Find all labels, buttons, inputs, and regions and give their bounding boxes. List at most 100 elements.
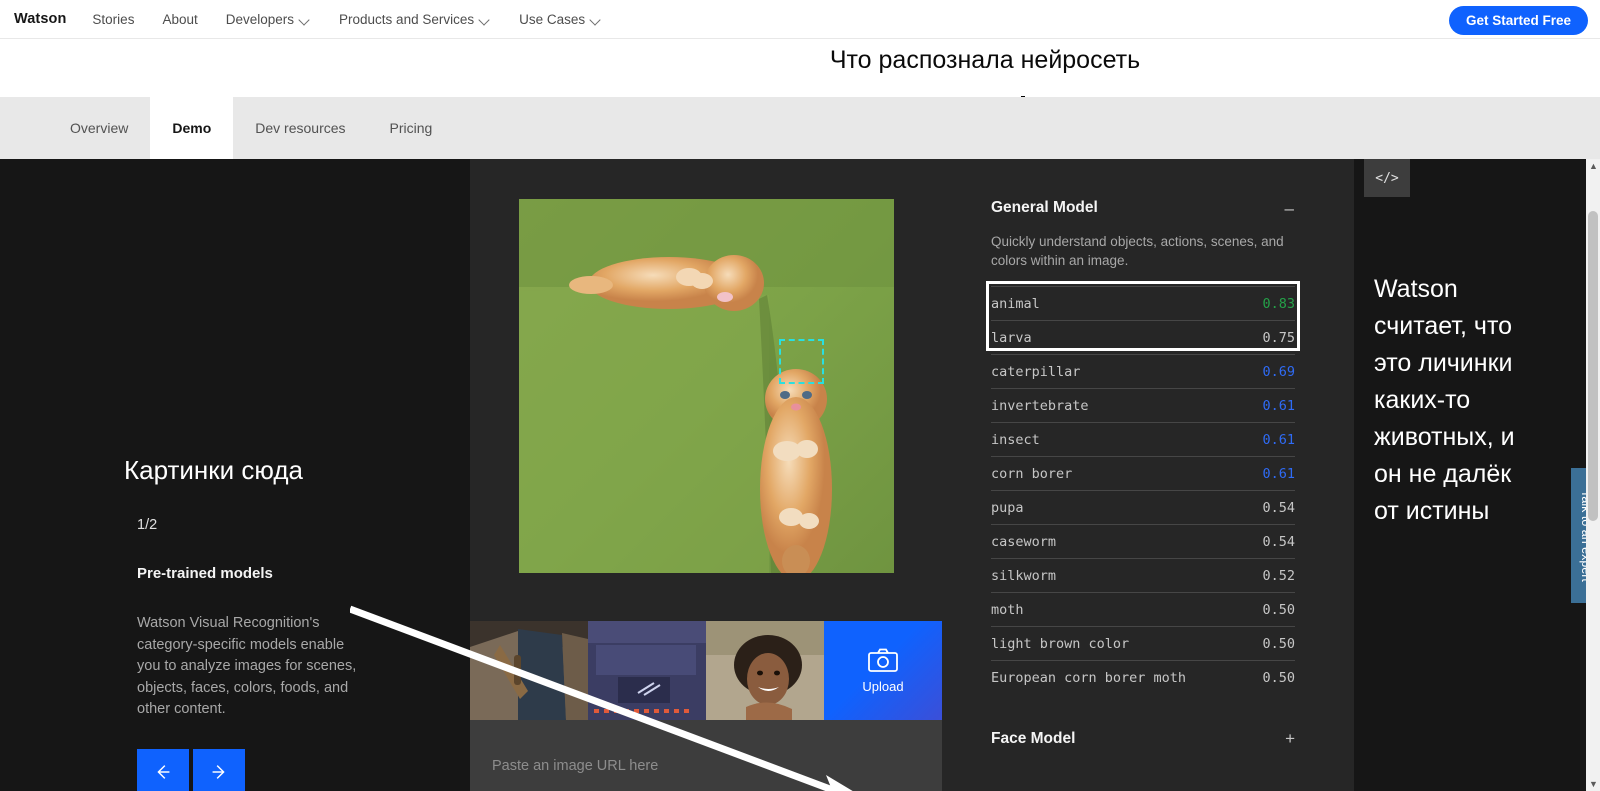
- thumbnail-smiling-woman[interactable]: [706, 621, 824, 720]
- classification-tag-list: animal 0.83 larva 0.75 caterpillar 0.69 invert…: [991, 286, 1295, 694]
- tag-score: 0.83: [1262, 295, 1295, 312]
- left-body-text: Watson Visual Recognition's category-spe…: [137, 615, 357, 717]
- tag-label: animal: [991, 295, 1040, 312]
- face-model-title: Face Model: [991, 730, 1076, 747]
- tag-label: caseworm: [991, 533, 1057, 550]
- results-panel: General Model – Quickly understand objec…: [942, 159, 1354, 791]
- tab-overview[interactable]: Overview: [48, 97, 150, 159]
- annotation-top-text: Что распознала нейросеть: [829, 46, 1141, 74]
- tag-label: European corn borer moth: [991, 669, 1187, 686]
- tag-row[interactable]: silkworm 0.52: [991, 558, 1295, 592]
- nav-label: Stories: [92, 11, 135, 27]
- general-model-subtitle: Quickly understand objects, actions, sce…: [991, 234, 1284, 268]
- tab-demo[interactable]: Demo: [150, 97, 234, 159]
- man-with-backpack-image: [470, 621, 588, 720]
- thumbnail-circuit-board[interactable]: [588, 621, 706, 720]
- slide-counter: 1/2: [137, 517, 158, 533]
- nav-item-products-and-services[interactable]: Products and Services: [339, 12, 491, 27]
- tag-label: invertebrate: [991, 397, 1089, 414]
- image-url-placeholder: Paste an image URL here: [492, 758, 659, 774]
- tag-score: 0.75: [1262, 329, 1295, 346]
- arrow-left-icon: [157, 765, 170, 779]
- nav-links: Stories About Developers Products and Se…: [92, 12, 602, 27]
- tag-label: moth: [991, 601, 1024, 618]
- tab-pricing[interactable]: Pricing: [368, 97, 455, 159]
- annotation-right-text: Watson считает, что это личинки каких-то…: [1374, 275, 1515, 525]
- chevron-down-icon: [300, 16, 311, 23]
- tag-score: 0.61: [1262, 397, 1295, 414]
- face-detection-bounding-box: [779, 339, 824, 384]
- product-tab-bar: Overview Demo Dev resources Pricing: [0, 97, 1600, 159]
- thumbnail-strip: Upload: [470, 621, 942, 720]
- nav-item-use-cases[interactable]: Use Cases: [519, 12, 602, 27]
- nav-label: Products and Services: [339, 11, 475, 27]
- tag-row[interactable]: light brown color 0.50: [991, 626, 1295, 660]
- page-root: Watson Stories About Developers Products…: [0, 0, 1600, 791]
- smiling-woman-image: [706, 621, 824, 720]
- chevron-down-icon: [591, 16, 602, 23]
- nav-item-stories[interactable]: Stories: [92, 12, 134, 27]
- chevron-down-icon: [480, 16, 491, 23]
- tag-score: 0.54: [1262, 499, 1295, 516]
- general-model-collapse-toggle[interactable]: –: [1285, 199, 1294, 219]
- tag-label: corn borer: [991, 465, 1073, 482]
- page-scrollbar[interactable]: ▲ ▼: [1586, 159, 1600, 791]
- page-scrollbar-thumb[interactable]: [1588, 211, 1598, 521]
- tag-score: 0.69: [1262, 363, 1295, 380]
- next-slide-button[interactable]: [193, 749, 245, 791]
- tag-row[interactable]: pupa 0.54: [991, 490, 1295, 524]
- nav-label: About: [162, 11, 198, 27]
- annotation-left-text: Картинки сюда: [124, 455, 303, 485]
- tag-score: 0.50: [1262, 669, 1295, 686]
- image-stage: Upload Paste an image URL here: [470, 159, 942, 791]
- tag-row[interactable]: animal 0.83: [991, 286, 1295, 320]
- tag-row[interactable]: caterpillar 0.69: [991, 354, 1295, 388]
- tag-score: 0.50: [1262, 601, 1295, 618]
- analyzed-photo[interactable]: [519, 199, 894, 573]
- face-model-expand-toggle[interactable]: +: [1285, 729, 1295, 749]
- nav-label: Developers: [225, 11, 295, 27]
- previous-slide-button[interactable]: [137, 749, 189, 791]
- brand-watson[interactable]: Watson: [14, 11, 66, 27]
- top-navigation: Watson Stories About Developers Products…: [0, 0, 1600, 39]
- tag-row[interactable]: caseworm 0.54: [991, 524, 1295, 558]
- face-model-row[interactable]: Face Model +: [991, 729, 1295, 749]
- scroll-up-arrow[interactable]: ▲: [1589, 161, 1598, 171]
- scroll-down-arrow[interactable]: ▼: [1589, 779, 1598, 789]
- tab-dev-resources[interactable]: Dev resources: [233, 97, 367, 159]
- tag-label: insect: [991, 431, 1040, 448]
- nav-item-developers[interactable]: Developers: [226, 12, 311, 27]
- tag-row[interactable]: invertebrate 0.61: [991, 388, 1295, 422]
- circuit-board-image: [588, 621, 706, 720]
- tag-row[interactable]: European corn borer moth 0.50: [991, 660, 1295, 694]
- image-url-input-bar[interactable]: Paste an image URL here: [470, 720, 942, 791]
- get-started-free-button[interactable]: Get Started Free: [1448, 6, 1588, 35]
- tag-row[interactable]: corn borer 0.61: [991, 456, 1295, 490]
- upload-label: Upload: [862, 678, 904, 694]
- arrow-right-icon: [212, 765, 225, 779]
- tag-score: 0.50: [1262, 635, 1295, 652]
- nav-label: Use Cases: [519, 11, 586, 27]
- tag-row[interactable]: larva 0.75: [991, 320, 1295, 354]
- tag-label: pupa: [991, 499, 1024, 516]
- tag-row[interactable]: moth 0.50: [991, 592, 1295, 626]
- thumbnail-man-with-backpack[interactable]: [470, 621, 588, 720]
- tag-score: 0.54: [1262, 533, 1295, 550]
- tag-label: light brown color: [991, 635, 1130, 652]
- tag-score: 0.61: [1262, 465, 1295, 482]
- tag-label: larva: [991, 329, 1032, 346]
- left-heading: Pre-trained models: [137, 565, 273, 582]
- tag-score: 0.61: [1262, 431, 1295, 448]
- slide-nav-buttons: [137, 749, 245, 791]
- upload-button[interactable]: Upload: [824, 621, 942, 720]
- demo-app-body: Картинки сюда 1/2 Pre-trained models Wat…: [0, 159, 1600, 791]
- tag-score: 0.52: [1262, 567, 1295, 584]
- general-model-title: General Model: [991, 199, 1098, 216]
- photo-of-kittens-on-green-sofa: [519, 199, 894, 573]
- tag-row[interactable]: insect 0.61: [991, 422, 1295, 456]
- nav-item-about[interactable]: About: [162, 12, 197, 27]
- tag-label: silkworm: [991, 567, 1057, 584]
- camera-icon: [868, 648, 898, 672]
- tag-label: caterpillar: [991, 363, 1081, 380]
- code-view-button[interactable]: </>: [1364, 159, 1410, 197]
